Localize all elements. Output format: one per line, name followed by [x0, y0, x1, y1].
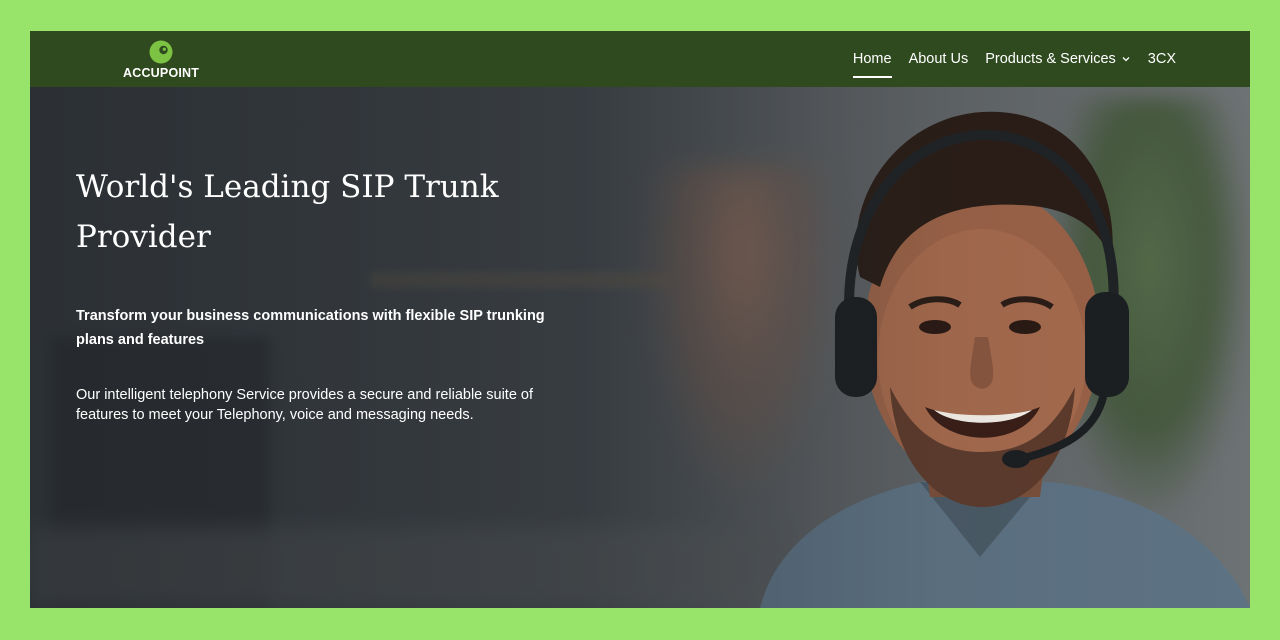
- nav-item-label: Products & Services: [985, 51, 1116, 67]
- nav-item-label: Home: [852, 51, 892, 67]
- main-navigation: Home About Us Products & Services 3CX: [852, 31, 1176, 87]
- brand-name: ACCUPOINT: [123, 66, 200, 80]
- browser-page: ACCUPOINT Home About Us Products & Servi…: [30, 31, 1250, 608]
- nav-item-about-us[interactable]: About Us: [909, 31, 969, 87]
- top-navbar: ACCUPOINT Home About Us Products & Servi…: [30, 31, 1250, 87]
- chevron-down-icon: [1122, 57, 1130, 62]
- nav-item-label: 3CX: [1147, 51, 1176, 67]
- hero-subtitle: Transform your business communications w…: [76, 308, 545, 348]
- site-logo[interactable]: ACCUPOINT: [123, 40, 203, 80]
- nav-item-home[interactable]: Home: [852, 31, 892, 87]
- nav-item-3cx[interactable]: 3CX: [1148, 31, 1176, 87]
- hero-description: Our intelligent telephony Service provid…: [76, 387, 534, 423]
- nav-item-label: About Us: [908, 51, 969, 67]
- accupoint-logo-icon: [149, 40, 173, 64]
- nav-item-products-services[interactable]: Products & Services: [985, 31, 1131, 87]
- hero-title: World's Leading SIP Trunk Provider: [76, 169, 499, 255]
